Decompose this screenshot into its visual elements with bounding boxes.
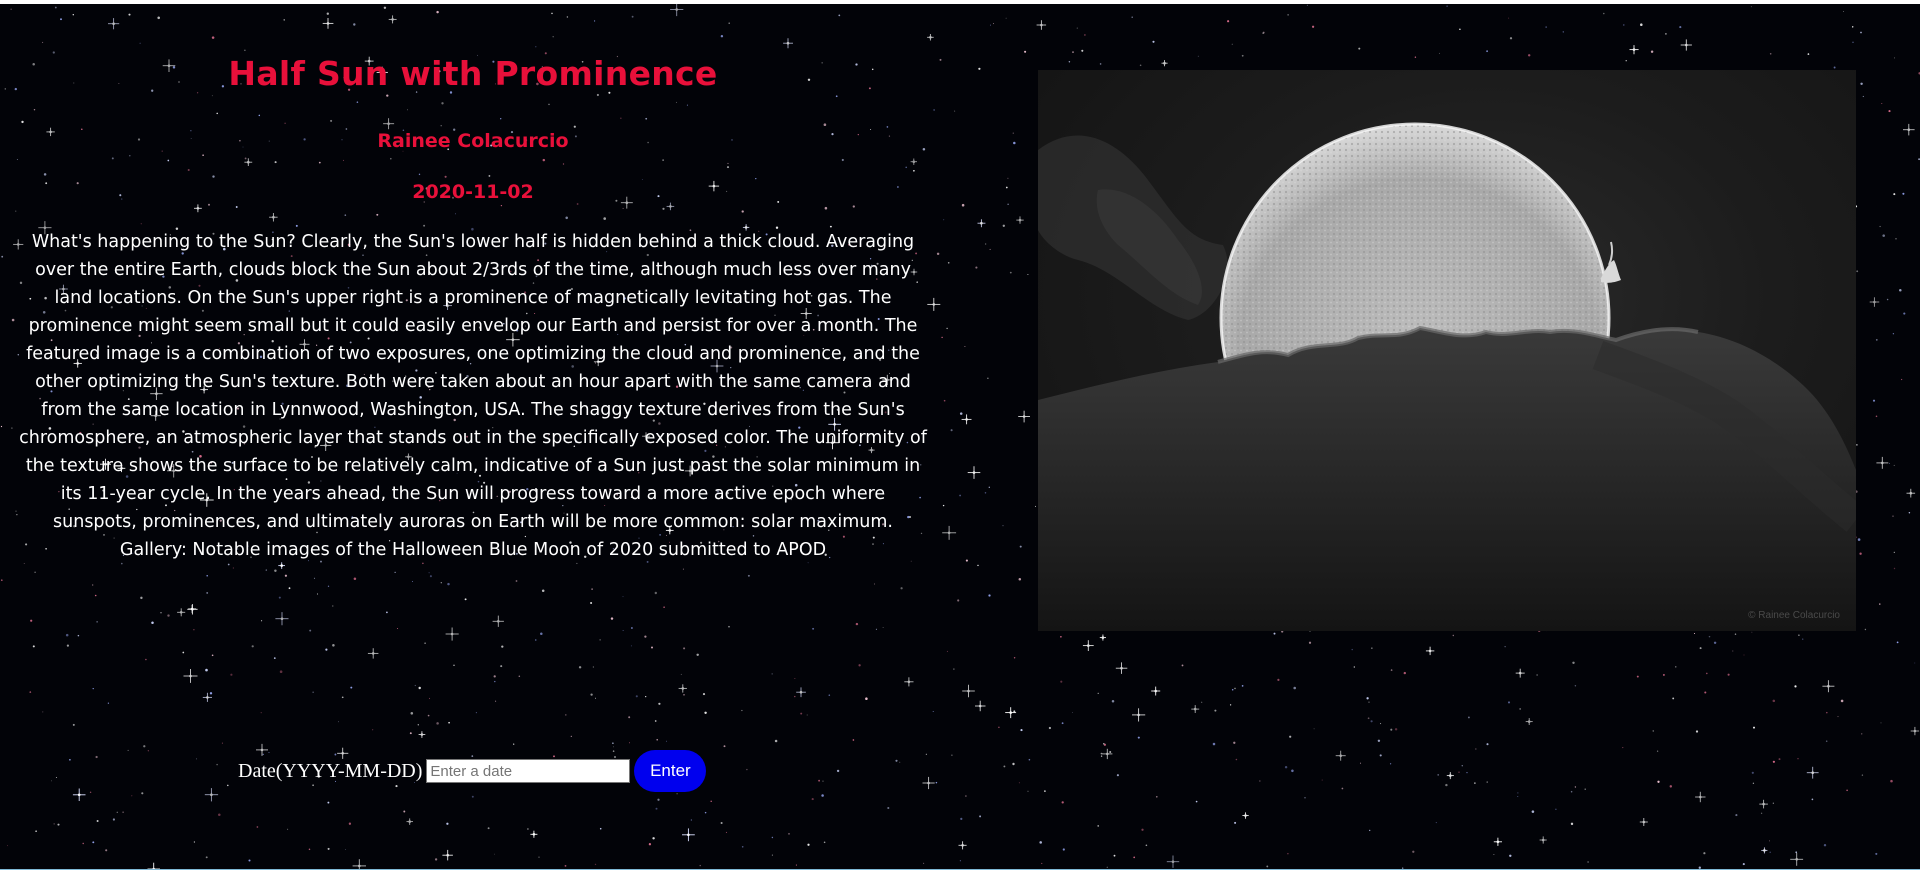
half-sun-photo (1038, 122, 1856, 631)
page-title: Half Sun with Prominence (228, 54, 718, 93)
apod-image: © Rainee Colacurcio (1038, 70, 1856, 631)
enter-button[interactable]: Enter (634, 750, 707, 792)
date-input[interactable] (426, 759, 631, 783)
apod-page: Half Sun with Prominence Rainee Colacurc… (0, 4, 1920, 869)
apod-date: 2020-11-02 (412, 181, 534, 203)
bottom-border (0, 869, 1920, 873)
copyright-author: Rainee Colacurcio (377, 130, 569, 152)
date-search-form: Date(YYYY-MM-DD) Enter (238, 749, 707, 793)
date-field-label: Date(YYYY-MM-DD) (238, 759, 423, 782)
explanation-text: What's happening to the Sun? Clearly, th… (19, 232, 927, 560)
image-credit: © Rainee Colacurcio (1748, 610, 1840, 621)
